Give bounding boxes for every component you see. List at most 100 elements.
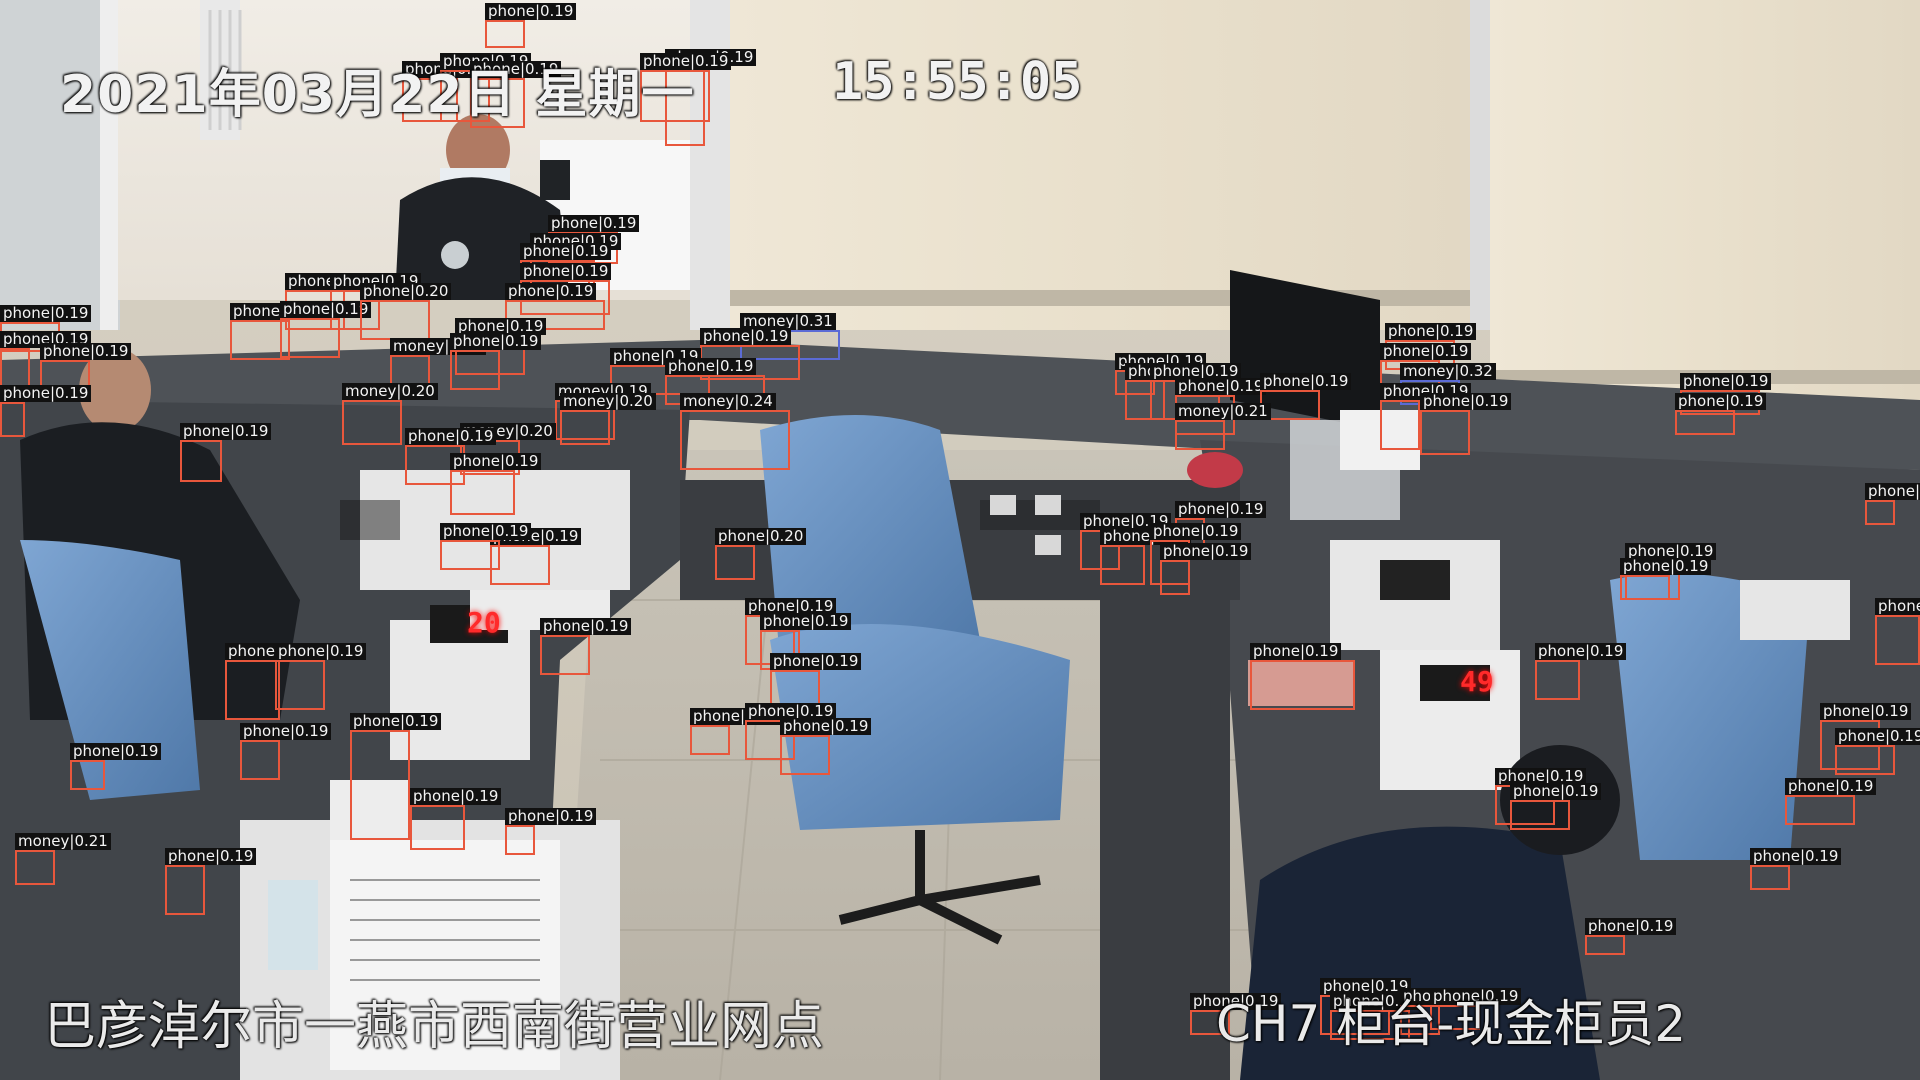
detection-label: phone|0.19	[1680, 373, 1772, 390]
detection-label: phone|0.19	[1510, 783, 1602, 800]
detection-label: phone|0.19	[520, 263, 612, 280]
phone-detection-box: phone|0.19	[350, 713, 442, 840]
detection-label: phone|0.19	[1175, 501, 1267, 518]
phone-detection-box: phone|0.19	[485, 3, 577, 48]
phone-detection-box: phone|0.19	[70, 743, 162, 790]
detection-label: phone|0.19	[505, 283, 597, 300]
phone-detection-box: phone|0.19	[280, 301, 372, 358]
phone-detection-box: phone|0.19	[1250, 643, 1355, 710]
phone-detection-box: phone|0.19	[780, 718, 872, 775]
detection-label: phone|0.19	[240, 723, 332, 740]
detection-label: phone|0.19	[1620, 558, 1712, 575]
phone-detection-box: phone|0.19	[450, 333, 542, 390]
detection-label: money|0.20	[560, 393, 656, 410]
detection-label: money|0.20	[342, 383, 438, 400]
detection-label: phone|0.19	[1675, 393, 1767, 410]
detection-label: phone|0.19	[450, 333, 542, 350]
detection-label: phone|0.19	[1260, 373, 1352, 390]
phone-detection-box: phone|0.19	[165, 848, 257, 915]
detection-label: phone|0.19	[520, 243, 612, 260]
detection-label: phone|0.19	[70, 743, 162, 760]
detection-label: phone|0.19	[165, 848, 257, 865]
detection-label: phone|0.19	[0, 385, 92, 402]
detection-label: phone|0.19	[1420, 393, 1512, 410]
detection-label: phone|0.19	[40, 343, 132, 360]
phone-detection-box: phone|0.19	[505, 808, 597, 855]
phone-detection-box: phone|0.19	[1100, 528, 1192, 585]
phone-detection-box: phone|0.19	[410, 788, 502, 850]
phone-detection-box: phone|0.19	[1785, 778, 1877, 825]
osd-time: 15:55:05	[832, 52, 1083, 112]
osd-channel: CH7 柜台-现金柜员2	[1216, 995, 1687, 1053]
phone-detection-box: phone|0.19	[540, 618, 632, 675]
detection-label: phone|0.19	[760, 613, 852, 630]
detection-label: phone|0.19	[275, 643, 367, 660]
detection-label: phone|0.20	[360, 283, 452, 300]
detection-label: phone|0.19	[1385, 323, 1477, 340]
detection-label: phone|0.19	[1750, 848, 1842, 865]
detection-label: phone|0.19	[350, 713, 442, 730]
detection-label: phone|0.19	[0, 305, 92, 322]
phone-detection-box: phone|0.19	[1675, 393, 1767, 435]
detection-label: phone|0.19	[1150, 523, 1242, 540]
detection-label: money|0.21	[1175, 403, 1271, 420]
phone-detection-box: phone|0.19	[225, 643, 317, 720]
phone-detection-box: phone|0.19	[0, 331, 92, 388]
phone-detection-box: phone|0.20	[715, 528, 807, 580]
detection-label: phone|0.19	[1535, 643, 1627, 660]
detection-label: phone|0.19	[450, 453, 542, 470]
money-detection-box: money|0.24	[680, 393, 790, 470]
money-detection-box: money|0.21	[15, 833, 111, 885]
phone-detection-box: phone|0.19	[1750, 848, 1842, 890]
detection-label: phone|0.19	[1865, 483, 1920, 500]
phone-detection-box: phone|0.19	[690, 708, 782, 755]
phone-detection-box: phone|0.20	[360, 283, 452, 340]
detection-label: phone|0.19	[410, 788, 502, 805]
phone-detection-box: phone|0.19	[1160, 543, 1252, 595]
detection-label: phone|0.19	[700, 328, 792, 345]
detection-label: phone|0.19	[1175, 378, 1267, 395]
phone-detection-box: phone|0.19	[1585, 918, 1677, 955]
phone-detection-box: phone|0.19	[240, 723, 332, 780]
phone-detection-box: phone|0.19	[1875, 598, 1920, 665]
detection-label: phone|0.19	[665, 358, 757, 375]
detection-label: phone|0.19	[780, 718, 872, 735]
cctv-frame: 20 49 phone|0.19 phone|0.19 phone|0.19 phon…	[0, 0, 1920, 1080]
osd-date-weekday: 2021年03月22日 星期一	[60, 65, 695, 125]
money-detection-box: money|0.20	[560, 393, 656, 445]
detection-label: phone|0.19	[1250, 643, 1342, 660]
detection-label: phone|0.20	[715, 528, 807, 545]
detection-label: phone|0.19	[405, 428, 497, 445]
phone-detection-box: phone|0.19	[275, 643, 367, 710]
phone-detection-box: phone|0.19	[1620, 558, 1712, 600]
phone-detection-box: phone|0.19	[1380, 383, 1472, 450]
detection-label: phone|0.19	[770, 653, 862, 670]
osd-location: 巴彦淖尔市一燕市西南街营业网点	[44, 997, 825, 1057]
detection-label: phone|0.19	[485, 3, 577, 20]
detection-label: money|0.32	[1400, 363, 1496, 380]
phone-detection-box: phone|0.19	[1535, 643, 1627, 700]
detection-label: phone|0.19	[1160, 543, 1252, 560]
phone-detection-box: phone|0.19	[1510, 783, 1602, 830]
phone-detection-box: phone|0.19	[440, 523, 532, 570]
detection-label: phone|0.19	[540, 618, 632, 635]
detection-label: phone|0.19	[440, 523, 532, 540]
detection-label: phone|0.19	[1785, 778, 1877, 795]
phone-detection-box: phone|0.19	[180, 423, 272, 482]
detection-label: phone|0.19	[280, 301, 372, 318]
detection-label: phone|0.19	[180, 423, 272, 440]
phone-detection-box: phone|0.19	[1420, 393, 1512, 455]
detection-label: phone|0.19	[548, 215, 640, 232]
detection-label: phone|0.19	[1835, 728, 1920, 745]
phone-detection-box: phone|0.19	[0, 385, 92, 437]
phone-detection-box: phone|0.19	[1835, 728, 1920, 775]
phone-detection-box: phone|0.19	[450, 453, 542, 515]
money-detection-box: money|0.20	[342, 383, 438, 445]
money-detection-box: money|0.21	[1175, 403, 1271, 450]
detection-label: phone|0.19	[1380, 343, 1472, 360]
detection-label: phone|0.19	[1585, 918, 1677, 935]
detection-label: phone|0.19	[1875, 598, 1920, 615]
detection-label: money|0.24	[680, 393, 776, 410]
detection-label: money|0.21	[15, 833, 111, 850]
phone-detection-box: phone|0.19	[1865, 483, 1920, 525]
